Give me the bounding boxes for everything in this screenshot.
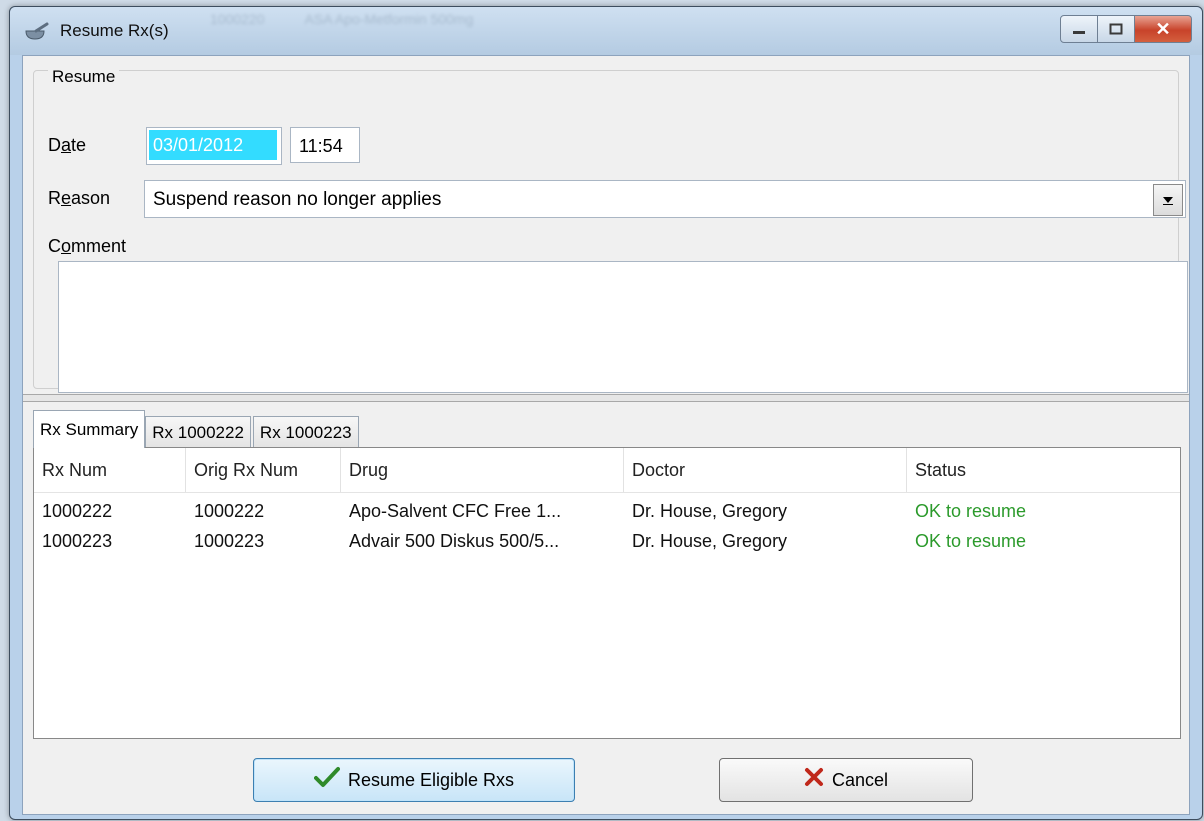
resume-group-label: Resume bbox=[48, 67, 120, 87]
window-controls: ✕ bbox=[1060, 15, 1192, 43]
cell-doctor: Dr. House, Gregory bbox=[632, 531, 788, 551]
cell-orig-rx-num: 1000223 bbox=[194, 531, 265, 551]
maximize-button[interactable] bbox=[1098, 15, 1135, 43]
dialog-body: Resume Date 03/01/2012 11:54 Reason Susp… bbox=[22, 55, 1190, 815]
cancel-label: Cancel bbox=[831, 769, 889, 790]
tab-rx-1000223[interactable]: Rx 1000223 bbox=[252, 416, 359, 448]
tab-rx-1000222[interactable]: Rx 1000222 bbox=[145, 416, 251, 448]
column-header-doctor[interactable]: Doctor bbox=[624, 448, 907, 492]
cell-drug: Apo-Salvent CFC Free 1... bbox=[349, 501, 562, 521]
cell-status: OK to resume bbox=[915, 531, 1027, 551]
tab-strip: Rx Summary Rx 1000222 Rx 1000223 bbox=[33, 410, 361, 448]
time-field[interactable]: 11:54 bbox=[290, 127, 360, 163]
date-label-accel: a bbox=[61, 135, 72, 155]
reason-dropdown[interactable]: Suspend reason no longer applies bbox=[144, 180, 1186, 218]
dialog-window: 1000220 ASA Apo-Metformin 500mg Resume Rx… bbox=[9, 6, 1203, 820]
table-row[interactable]: 1000223 1000223 Advair 500 Diskus 500/5.… bbox=[34, 526, 1180, 556]
mortar-pestle-icon bbox=[25, 22, 49, 40]
cell-drug: Advair 500 Diskus 500/5... bbox=[349, 531, 560, 551]
reason-label: Reason bbox=[48, 188, 111, 208]
resume-group: Resume Date 03/01/2012 11:54 Reason Susp… bbox=[33, 67, 1188, 393]
resume-eligible-label: Resume Eligible Rxs bbox=[347, 769, 515, 790]
cell-status: OK to resume bbox=[915, 501, 1027, 521]
date-value: 03/01/2012 bbox=[149, 130, 277, 160]
minimize-button[interactable] bbox=[1060, 15, 1098, 43]
resume-eligible-button[interactable]: Resume Eligible Rxs bbox=[253, 758, 575, 802]
table-row[interactable]: 1000222 1000222 Apo-Salvent CFC Free 1..… bbox=[34, 496, 1180, 526]
minimize-icon bbox=[1073, 31, 1085, 34]
column-header-drug[interactable]: Drug bbox=[341, 448, 624, 492]
x-icon bbox=[804, 767, 824, 793]
comment-label: Comment bbox=[48, 236, 127, 256]
table-header: Rx Num Orig Rx Num Drug Doctor Status bbox=[34, 448, 1180, 493]
check-icon bbox=[313, 766, 340, 794]
title-bar[interactable]: 1000220 ASA Apo-Metformin 500mg Resume Rx… bbox=[10, 7, 1202, 55]
column-header-rx-num[interactable]: Rx Num bbox=[34, 448, 186, 492]
cell-rx-num: 1000223 bbox=[42, 531, 113, 551]
cell-orig-rx-num: 1000222 bbox=[194, 501, 265, 521]
comment-textarea[interactable] bbox=[58, 261, 1188, 393]
reason-label-accel: e bbox=[61, 188, 72, 208]
cell-doctor: Dr. House, Gregory bbox=[632, 501, 788, 521]
cancel-button[interactable]: Cancel bbox=[719, 758, 973, 802]
panel-splitter[interactable] bbox=[23, 394, 1189, 402]
column-header-status[interactable]: Status bbox=[907, 448, 1178, 492]
background-window-text: 1000220 ASA Apo-Metformin 500mg bbox=[210, 11, 513, 41]
window-title: Resume Rx(s) bbox=[60, 21, 169, 40]
column-header-orig-rx-num[interactable]: Orig Rx Num bbox=[186, 448, 341, 492]
dropdown-arrow-button[interactable] bbox=[1153, 184, 1183, 216]
maximize-icon bbox=[1109, 23, 1123, 35]
date-label: Date bbox=[48, 135, 87, 155]
tab-rx-summary[interactable]: Rx Summary bbox=[33, 410, 146, 448]
button-bar: Resume Eligible Rxs Cancel bbox=[23, 746, 1189, 814]
date-field[interactable]: 03/01/2012 bbox=[146, 127, 282, 165]
reason-value: Suspend reason no longer applies bbox=[153, 189, 442, 210]
chevron-down-icon bbox=[1163, 197, 1173, 205]
comment-label-accel: o bbox=[61, 236, 72, 256]
close-button[interactable]: ✕ bbox=[1135, 15, 1192, 43]
cell-rx-num: 1000222 bbox=[42, 501, 113, 521]
rx-summary-list: Rx Num Orig Rx Num Drug Doctor Status 10… bbox=[33, 447, 1181, 739]
ghost-text: 1000220 bbox=[210, 11, 265, 27]
close-icon: ✕ bbox=[1155, 18, 1171, 39]
ghost-text: ASA Apo-Metformin 500mg bbox=[304, 11, 474, 27]
